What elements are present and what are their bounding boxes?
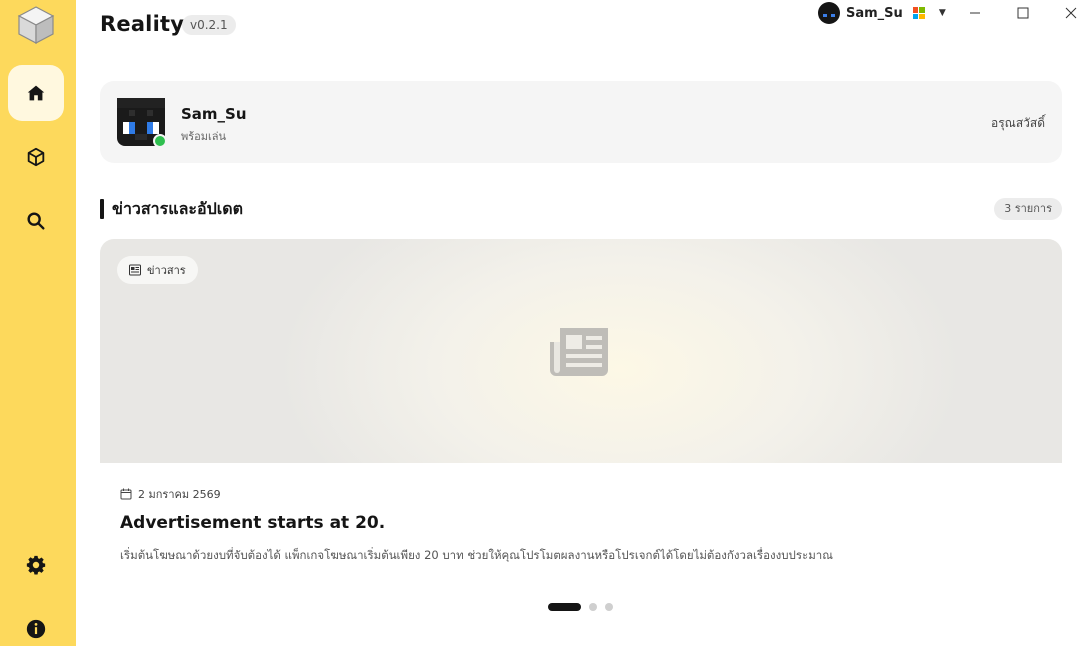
carousel-dot-1[interactable] (548, 603, 581, 611)
account-name: Sam_Su (846, 5, 903, 21)
news-tag: ข่าวสาร (117, 256, 198, 284)
account-menu[interactable]: Sam_Su ▼ (818, 2, 946, 24)
maximize-button[interactable] (1000, 0, 1046, 26)
app-title: Reality (100, 12, 185, 36)
sidebar-item-search[interactable] (8, 193, 64, 249)
section-title: ข่าวสารและอัปเดต (112, 199, 243, 218)
minimize-button[interactable] (952, 0, 998, 26)
search-icon (27, 212, 45, 230)
news-image: ข่าวสาร (100, 239, 1062, 463)
news-tag-label: ข่าวสาร (147, 264, 186, 277)
carousel-dot-2[interactable] (589, 603, 597, 611)
cube-icon (27, 147, 45, 167)
news-count-badge: 3 รายการ (994, 198, 1062, 220)
profile-name: Sam_Su (181, 105, 247, 123)
microsoft-icon (912, 7, 925, 19)
version-badge: v0.2.1 (182, 15, 236, 35)
newspaper-icon (129, 264, 141, 276)
newspaper-placeholder-icon (550, 328, 608, 376)
news-description: เริ่มต้นโฆษณาด้วยงบที่จับต้องได้ แพ็กเกจ… (120, 548, 833, 562)
info-icon (26, 619, 46, 639)
minimize-icon (970, 12, 980, 14)
news-date-label: 2 มกราคม 2569 (138, 488, 221, 501)
sidebar (0, 0, 76, 646)
close-button[interactable] (1048, 0, 1090, 26)
close-icon (1065, 7, 1077, 19)
sidebar-item-info[interactable] (8, 601, 64, 646)
carousel-dot-3[interactable] (605, 603, 613, 611)
greeting-text: อรุณสวัสดิ์ (991, 116, 1045, 130)
calendar-icon (120, 488, 132, 500)
sidebar-item-settings[interactable] (8, 537, 64, 593)
sidebar-item-packages[interactable] (8, 129, 64, 185)
avatar (818, 2, 840, 24)
gear-icon (26, 555, 46, 575)
profile-card: Sam_Su พร้อมเล่น อรุณสวัสดิ์ (100, 81, 1062, 163)
sidebar-item-home[interactable] (8, 65, 64, 121)
carousel-indicators (548, 603, 613, 611)
app-logo-icon (17, 6, 55, 44)
maximize-icon (1017, 7, 1029, 19)
news-date: 2 มกราคม 2569 (120, 485, 221, 503)
chevron-down-icon: ▼ (938, 8, 946, 18)
player-avatar (117, 98, 167, 148)
news-card[interactable]: ข่าวสาร 2 มกราคม 2569 Advertisement star… (100, 239, 1062, 619)
profile-status: พร้อมเล่น (181, 130, 227, 143)
news-title: Advertisement starts at 20. (120, 513, 386, 533)
section-accent-bar (100, 199, 104, 219)
online-status-dot (153, 134, 167, 148)
home-icon (27, 85, 45, 101)
